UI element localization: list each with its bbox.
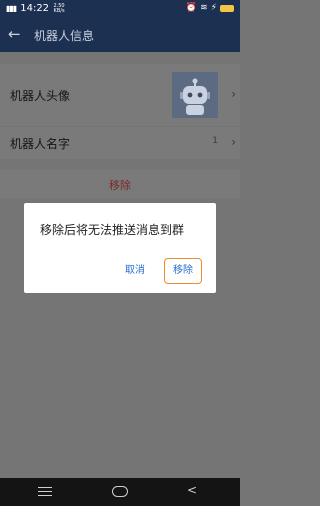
confirm-remove-button[interactable]: 移除 xyxy=(164,258,202,284)
chevron-right-icon: › xyxy=(231,135,236,149)
robot-avatar-row[interactable]: 机器人头像 › xyxy=(0,64,240,126)
dialog-message: 移除后将无法推送消息到群 xyxy=(40,223,185,237)
remove-robot-label: 移除 xyxy=(109,179,131,192)
chevron-right-icon: › xyxy=(231,87,236,101)
back-icon[interactable]: < xyxy=(187,483,197,497)
robot-avatar-label: 机器人头像 xyxy=(10,89,71,103)
signal-icon: ▮▮▮ xyxy=(6,4,17,13)
arrow-left-icon[interactable]: ← xyxy=(8,25,21,43)
wifi-icon: ≋ xyxy=(200,3,208,13)
robot-name-label: 机器人名字 xyxy=(10,137,71,151)
battery-icon xyxy=(220,4,234,12)
bolt-icon: ⚡ xyxy=(210,3,217,13)
app-header: ← 机器人信息 xyxy=(0,18,240,52)
home-icon[interactable] xyxy=(112,486,128,497)
status-time: 14:22 xyxy=(20,3,50,14)
remove-robot-row[interactable]: 移除 xyxy=(0,170,240,198)
menu-icon[interactable] xyxy=(38,484,52,499)
alarm-icon: ⏰ xyxy=(185,3,198,13)
page-title: 机器人信息 xyxy=(34,29,95,43)
robot-avatar-image xyxy=(172,72,218,118)
cancel-button[interactable]: 取消 xyxy=(119,259,151,283)
confirm-remove-dialog: 移除后将无法推送消息到群 取消 移除 xyxy=(24,203,216,293)
system-nav-bar: < xyxy=(0,478,240,506)
status-bar: ▮▮▮ 14:22 2.50 KB/s ⏰ ≋ ⚡ xyxy=(0,0,240,18)
robot-name-value: 1 xyxy=(212,136,218,146)
robot-name-row[interactable]: 机器人名字 1 › xyxy=(0,127,240,159)
net-speed: 2.50 KB/s xyxy=(53,2,65,14)
